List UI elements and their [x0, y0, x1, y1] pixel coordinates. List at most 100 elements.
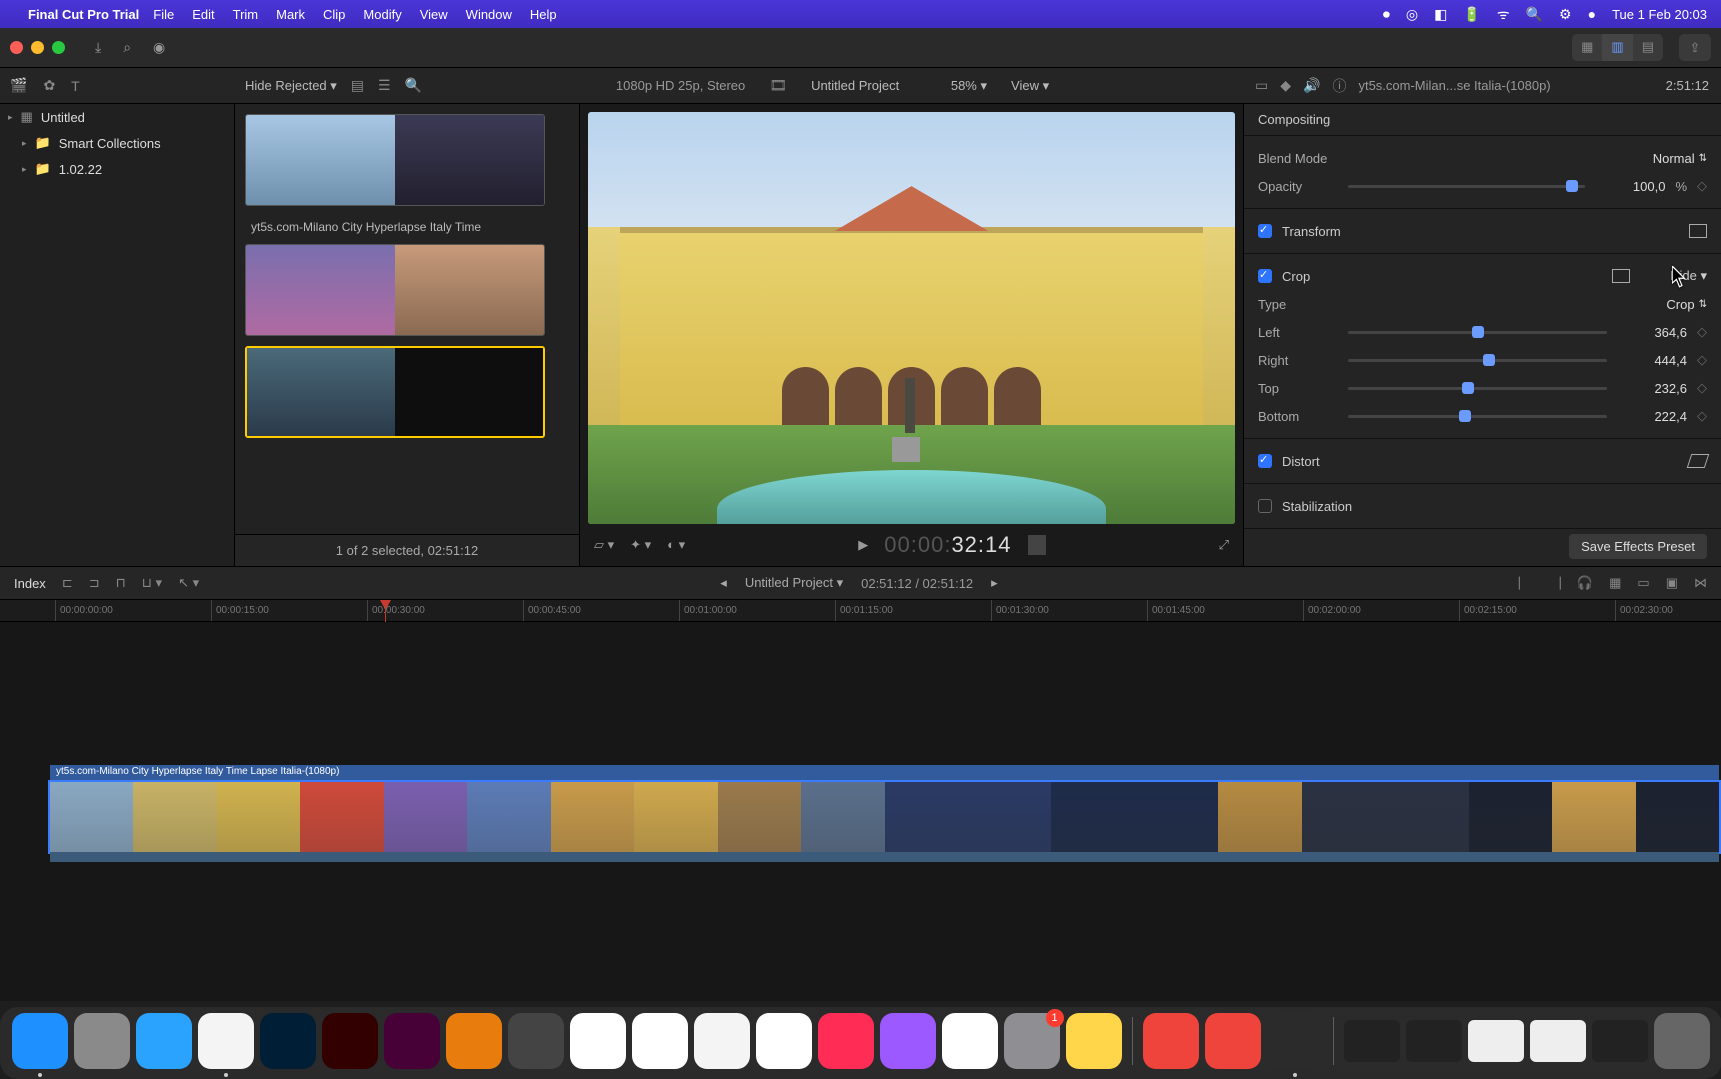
- timeline-next-icon[interactable]: ▸: [991, 575, 998, 591]
- dock-launchpad[interactable]: [74, 1013, 130, 1069]
- insert-clip-icon[interactable]: ⊐: [89, 575, 100, 591]
- timeline-project-dropdown[interactable]: Untitled Project ▾: [745, 575, 843, 591]
- tl-view-icon[interactable]: ▭: [1637, 575, 1649, 591]
- dock-anydesk2[interactable]: [1205, 1013, 1261, 1069]
- workspace-grid-icon[interactable]: ▦: [1572, 34, 1602, 61]
- util-icon[interactable]: ◧: [1434, 6, 1447, 23]
- audio-skimming-icon[interactable]: ⎹: [1548, 575, 1561, 591]
- dock-mail[interactable]: [632, 1013, 688, 1069]
- photos-source-icon[interactable]: ✿: [43, 77, 55, 94]
- opacity-value[interactable]: 100,0: [1595, 179, 1665, 194]
- clip-list-icon[interactable]: ☰: [378, 77, 391, 94]
- crop-top-value[interactable]: 232,6: [1617, 381, 1687, 396]
- dock-xd[interactable]: [384, 1013, 440, 1069]
- dock-trash[interactable]: [1654, 1013, 1710, 1069]
- crop-checkbox[interactable]: [1258, 269, 1272, 283]
- enhance-tool-icon[interactable]: ✦ ▾: [630, 537, 651, 553]
- bg-task-icon[interactable]: ◉: [153, 39, 165, 56]
- dock-safari[interactable]: [136, 1013, 192, 1069]
- crop-bottom-slider[interactable]: [1348, 415, 1607, 418]
- library-icon[interactable]: 🎬: [10, 77, 27, 94]
- snapping-icon[interactable]: ▦: [1609, 575, 1621, 591]
- inspector-info-icon[interactable]: ⓘ: [1332, 76, 1346, 96]
- workspace-inspector-icon[interactable]: ▤: [1633, 34, 1663, 61]
- index-button[interactable]: Index: [14, 576, 46, 591]
- user-icon[interactable]: ●: [1588, 6, 1596, 22]
- clip-thumbnail[interactable]: [245, 244, 545, 336]
- share-button[interactable]: ⇪: [1679, 34, 1711, 61]
- dock-podcasts[interactable]: [880, 1013, 936, 1069]
- disclosure-icon[interactable]: ▸: [22, 138, 27, 149]
- dock-messenger[interactable]: [570, 1013, 626, 1069]
- timeline[interactable]: yt5s.com-Milano City Hyperlapse Italy Ti…: [0, 622, 1721, 1001]
- dock-maps[interactable]: [694, 1013, 750, 1069]
- fullscreen-icon[interactable]: ⤢: [1219, 537, 1229, 553]
- row-transform[interactable]: Transform: [1258, 217, 1707, 245]
- titles-source-icon[interactable]: T: [71, 78, 80, 94]
- crop-right-slider[interactable]: [1348, 359, 1607, 362]
- fullscreen-window-button[interactable]: [52, 41, 65, 54]
- dock-krita[interactable]: [508, 1013, 564, 1069]
- distort-onscreen-icon[interactable]: [1687, 454, 1710, 468]
- viewer-canvas[interactable]: [588, 112, 1235, 524]
- connect-clip-icon[interactable]: ⊏: [62, 575, 73, 591]
- crop-hide-button[interactable]: Hide ▾: [1670, 268, 1707, 284]
- dock-minimized-win2[interactable]: [1406, 1020, 1462, 1062]
- close-window-button[interactable]: [10, 41, 23, 54]
- menubar-clock[interactable]: Tue 1 Feb 20:03: [1612, 7, 1707, 22]
- wifi-icon[interactable]: ᯤ: [1497, 5, 1510, 24]
- keyframe-icon[interactable]: ◇: [1697, 408, 1707, 424]
- opacity-slider[interactable]: [1348, 185, 1585, 188]
- dock-notes[interactable]: [1066, 1013, 1122, 1069]
- menu-modify[interactable]: Modify: [363, 7, 401, 22]
- row-stabilization[interactable]: Stabilization: [1258, 492, 1707, 520]
- transform-tool-icon[interactable]: ▱ ▾: [594, 537, 614, 553]
- workspace-segmented[interactable]: ▦ ▥ ▤: [1572, 34, 1663, 61]
- clip-thumbnail-selected[interactable]: [245, 346, 545, 438]
- timeline-ruler[interactable]: 00:00:00:0000:00:15:0000:00:30:0000:00:4…: [0, 600, 1721, 622]
- sidebar-smart[interactable]: ▸ 📁 Smart Collections: [0, 130, 234, 156]
- tl-effects-icon[interactable]: ▣: [1666, 575, 1678, 591]
- stabilization-checkbox[interactable]: [1258, 499, 1272, 513]
- retime-tool-icon[interactable]: ◐ ▾: [667, 537, 685, 553]
- timeline-clip[interactable]: yt5s.com-Milano City Hyperlapse Italy Ti…: [48, 780, 1721, 854]
- solo-icon[interactable]: 🎧: [1577, 575, 1593, 591]
- keyframe-icon[interactable]: ◇: [1697, 380, 1707, 396]
- dock-settings[interactable]: 1: [1004, 1013, 1060, 1069]
- dock-music[interactable]: [818, 1013, 874, 1069]
- crop-bottom-value[interactable]: 222,4: [1617, 409, 1687, 424]
- crop-top-slider[interactable]: [1348, 387, 1607, 390]
- dock-minimized-win4[interactable]: [1530, 1020, 1586, 1062]
- dock-blender[interactable]: [446, 1013, 502, 1069]
- crop-onscreen-icon[interactable]: [1612, 269, 1630, 283]
- disclosure-icon[interactable]: ▸: [22, 164, 27, 175]
- menu-clip[interactable]: Clip: [323, 7, 345, 22]
- dock-minimized-win3[interactable]: [1468, 1020, 1524, 1062]
- clip-thumbnail[interactable]: [245, 114, 545, 206]
- dock-finalcut[interactable]: [1267, 1013, 1323, 1069]
- dock-photos[interactable]: [756, 1013, 812, 1069]
- distort-checkbox[interactable]: [1258, 454, 1272, 468]
- menu-edit[interactable]: Edit: [192, 7, 214, 22]
- skimming-icon[interactable]: ⎸: [1519, 575, 1532, 591]
- blend-mode-dropdown[interactable]: Normal ⇅: [1653, 151, 1707, 166]
- dock-minimized-win5[interactable]: [1592, 1020, 1648, 1062]
- dock-numbers[interactable]: [942, 1013, 998, 1069]
- row-crop[interactable]: Crop Hide ▾: [1258, 262, 1707, 290]
- keyframe-icon[interactable]: ◇: [1697, 178, 1707, 194]
- disclosure-icon[interactable]: ▸: [8, 112, 13, 123]
- dock-illustrator[interactable]: [322, 1013, 378, 1069]
- minimize-window-button[interactable]: [31, 41, 44, 54]
- crop-right-value[interactable]: 444,4: [1617, 353, 1687, 368]
- menu-window[interactable]: Window: [466, 7, 512, 22]
- overwrite-clip-icon[interactable]: ⊔ ▾: [142, 575, 162, 591]
- save-preset-button[interactable]: Save Effects Preset: [1569, 534, 1707, 559]
- menu-view[interactable]: View: [420, 7, 448, 22]
- filter-dropdown[interactable]: Hide Rejected ▾: [245, 78, 337, 94]
- keyword-icon[interactable]: ⌕: [123, 39, 131, 56]
- dock-chrome[interactable]: [198, 1013, 254, 1069]
- timeline-prev-icon[interactable]: ◂: [720, 575, 727, 591]
- menu-mark[interactable]: Mark: [276, 7, 305, 22]
- dock-anydesk[interactable]: [1143, 1013, 1199, 1069]
- crop-left-value[interactable]: 364,6: [1617, 325, 1687, 340]
